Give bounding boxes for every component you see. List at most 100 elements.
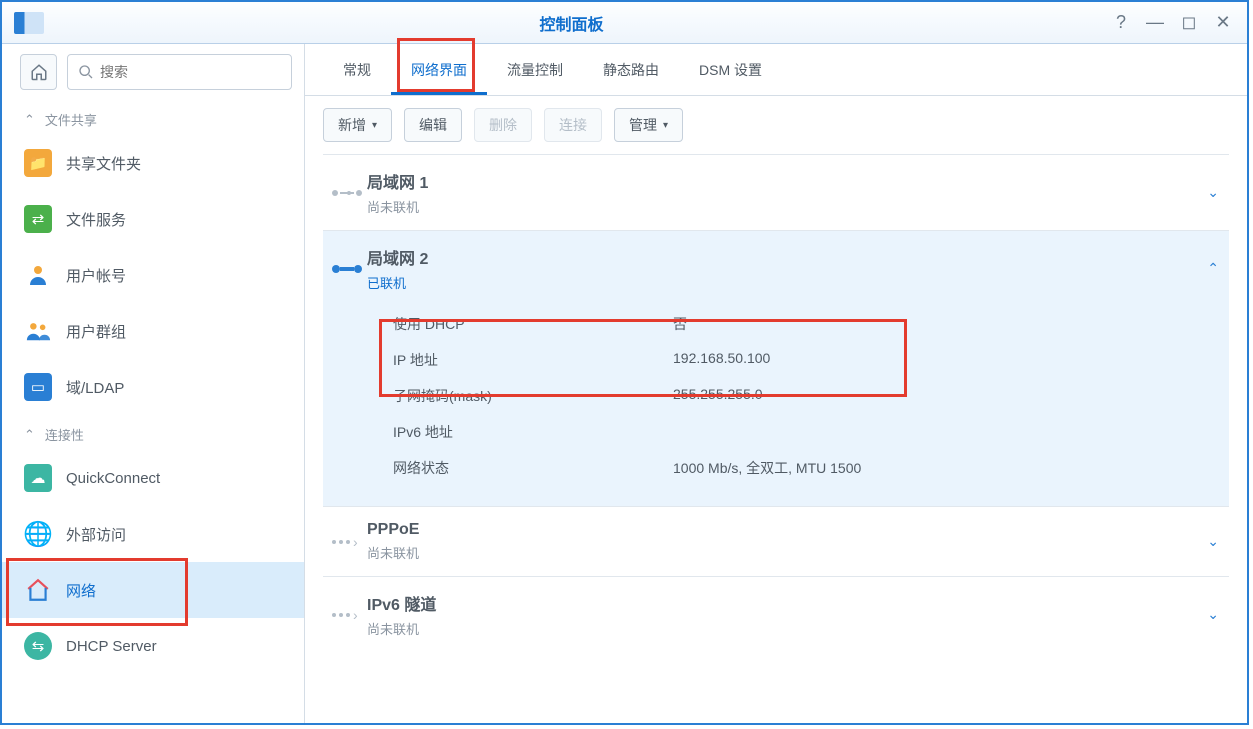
tab-traffic-control[interactable]: 流量控制 (487, 46, 583, 95)
iface-row-toggle[interactable]: 局域网 1 尚未联机 ⌄ (323, 155, 1229, 230)
maximize-button[interactable]: ◻ (1177, 11, 1201, 35)
sidebar-item-network[interactable]: 网络 (2, 562, 304, 618)
tab-label: 网络界面 (411, 62, 467, 78)
sidebar: ⌃ 文件共享 📁 共享文件夹 ⇄ 文件服务 用户帐号 用 (2, 44, 305, 723)
manage-button[interactable]: 管理 ▾ (614, 108, 683, 142)
iface-details: 使用 DHCP否 IP 地址192.168.50.100 子网掩码(mask)2… (323, 306, 1229, 506)
iface-status: 尚未联机 (367, 197, 1207, 216)
sidebar-item-external-access[interactable]: 🌐 外部访问 (2, 506, 304, 562)
sidebar-item-label: QuickConnect (66, 470, 160, 487)
sidebar-item-dhcp-server[interactable]: ⇆ DHCP Server (2, 618, 304, 674)
sidebar-item-label: 外部访问 (66, 524, 126, 545)
sidebar-item-label: 用户帐号 (66, 265, 126, 286)
home-button[interactable] (20, 54, 57, 90)
detail-key: 子网掩码(mask) (393, 386, 673, 406)
close-button[interactable]: ✕ (1211, 11, 1235, 35)
iface-status: 已联机 (367, 273, 1207, 292)
help-button[interactable]: ? (1109, 11, 1133, 35)
tab-static-route[interactable]: 静态路由 (583, 46, 679, 95)
detail-val: 1000 Mb/s, 全双工, MTU 1500 (673, 458, 861, 478)
add-button[interactable]: 新增▾ (323, 108, 392, 142)
search-icon (78, 64, 94, 80)
detail-key: IP 地址 (393, 350, 673, 370)
disconnected-icon (327, 186, 367, 200)
iface-ipv6-tunnel: › IPv6 隧道 尚未联机 ⌄ (323, 576, 1229, 652)
detail-key: IPv6 地址 (393, 422, 673, 442)
search-input[interactable] (100, 64, 281, 80)
network-icon (24, 576, 52, 604)
section-label: 连接性 (45, 425, 84, 444)
iface-row-toggle[interactable]: › PPPoE 尚未联机 ⌄ (323, 507, 1229, 576)
chevron-up-icon: ⌃ (24, 427, 35, 443)
app-logo-icon (14, 12, 44, 34)
detail-val: 否 (673, 314, 687, 334)
detail-row: 子网掩码(mask)255.255.255.0 (393, 378, 1219, 414)
iface-lan1: 局域网 1 尚未联机 ⌄ (323, 154, 1229, 230)
tab-dsm-settings[interactable]: DSM 设置 (679, 46, 782, 95)
minimize-button[interactable]: — (1143, 11, 1167, 35)
tab-network-interface[interactable]: 网络界面 (391, 46, 487, 95)
iface-name: IPv6 隧道 (367, 591, 1207, 615)
chevron-down-icon: ⌄ (1207, 533, 1219, 550)
edit-button[interactable]: 编辑 (404, 108, 462, 142)
section-toggle-fileshare[interactable]: ⌃ 文件共享 (2, 100, 304, 135)
chevron-down-icon: ⌄ (1207, 606, 1219, 623)
sidebar-item-user[interactable]: 用户帐号 (2, 247, 304, 303)
titlebar: 控制面板 ? — ◻ ✕ (2, 2, 1247, 44)
pppoe-icon: › (327, 534, 367, 550)
home-icon (30, 63, 48, 81)
user-icon (24, 261, 52, 289)
iface-name: PPPoE (367, 521, 1207, 539)
dhcp-icon: ⇆ (24, 632, 52, 660)
connect-button: 连接 (544, 108, 602, 142)
iface-status: 尚未联机 (367, 543, 1207, 562)
btn-label: 新增 (338, 115, 366, 135)
cloud-icon: ☁ (24, 464, 52, 492)
iface-lan2: 局域网 2 已联机 ⌃ 使用 DHCP否 IP 地址192.168.50.100… (323, 230, 1229, 506)
sidebar-item-group[interactable]: 用户群组 (2, 303, 304, 359)
idcard-icon: ▭ (24, 373, 52, 401)
sidebar-item-domain-ldap[interactable]: ▭ 域/LDAP (2, 359, 304, 415)
file-service-icon: ⇄ (24, 205, 52, 233)
globe-icon: 🌐 (24, 520, 52, 548)
section-toggle-connectivity[interactable]: ⌃ 连接性 (2, 415, 304, 450)
sidebar-item-file-services[interactable]: ⇄ 文件服务 (2, 191, 304, 247)
tunnel-icon: › (327, 607, 367, 623)
detail-key: 使用 DHCP (393, 314, 673, 334)
search-input-wrap[interactable] (67, 54, 292, 90)
sidebar-item-label: 文件服务 (66, 209, 126, 230)
detail-row: 网络状态1000 Mb/s, 全双工, MTU 1500 (393, 450, 1219, 486)
iface-row-toggle[interactable]: 局域网 2 已联机 ⌃ (323, 231, 1229, 306)
chevron-up-icon: ⌃ (24, 112, 35, 128)
sidebar-item-label: 网络 (66, 580, 96, 601)
chevron-up-icon: ⌃ (1207, 260, 1219, 277)
sidebar-item-shared-folder[interactable]: 📁 共享文件夹 (2, 135, 304, 191)
detail-key: 网络状态 (393, 458, 673, 478)
iface-pppoe: › PPPoE 尚未联机 ⌄ (323, 506, 1229, 576)
btn-label: 管理 (629, 115, 657, 135)
detail-val: 192.168.50.100 (673, 350, 770, 370)
connected-icon (327, 262, 367, 276)
iface-name: 局域网 1 (367, 169, 1207, 193)
detail-val: 255.255.255.0 (673, 386, 763, 406)
detail-row: IP 地址192.168.50.100 (393, 342, 1219, 378)
folder-icon: 📁 (24, 149, 52, 177)
sidebar-item-label: DHCP Server (66, 638, 157, 655)
sidebar-item-label: 共享文件夹 (66, 153, 141, 174)
tab-bar: 常规 网络界面 流量控制 静态路由 DSM 设置 (305, 44, 1247, 96)
iface-status: 尚未联机 (367, 619, 1207, 638)
section-label: 文件共享 (45, 110, 97, 129)
detail-row: IPv6 地址 (393, 414, 1219, 450)
chevron-down-icon: ▾ (663, 120, 668, 131)
iface-name: 局域网 2 (367, 245, 1207, 269)
sidebar-item-quickconnect[interactable]: ☁ QuickConnect (2, 450, 304, 506)
iface-row-toggle[interactable]: › IPv6 隧道 尚未联机 ⌄ (323, 577, 1229, 652)
tab-general[interactable]: 常规 (323, 46, 391, 95)
sidebar-item-label: 域/LDAP (66, 377, 124, 398)
detail-row: 使用 DHCP否 (393, 306, 1219, 342)
sidebar-item-label: 用户群组 (66, 321, 126, 342)
toolbar: 新增▾ 编辑 删除 连接 管理 ▾ (305, 96, 1247, 154)
chevron-down-icon: ⌄ (1207, 184, 1219, 201)
delete-button: 删除 (474, 108, 532, 142)
window-title: 控制面板 (44, 11, 1099, 35)
